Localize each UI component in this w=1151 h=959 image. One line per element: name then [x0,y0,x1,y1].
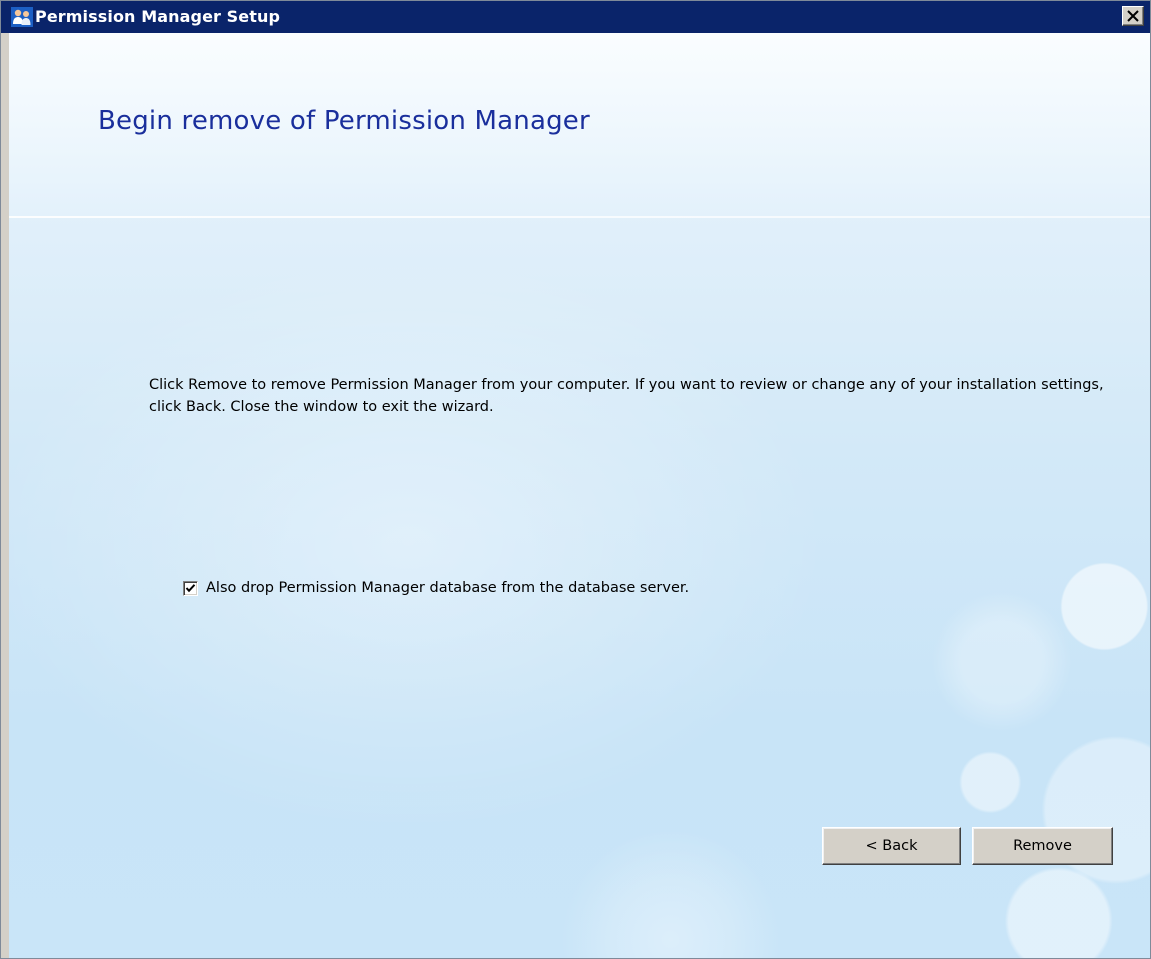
header-divider [9,216,1150,218]
close-button[interactable] [1122,6,1144,26]
setup-window: Permission Manager Setup Begin remove of… [0,0,1151,959]
drop-database-checkbox[interactable] [183,580,198,596]
drop-database-label[interactable]: Also drop Permission Manager database fr… [206,580,689,596]
remove-button[interactable]: Remove [972,827,1113,865]
checkmark-icon [185,583,196,592]
page-title: Begin remove of Permission Manager [98,106,590,136]
instructions-text: Click Remove to remove Permission Manage… [149,377,1104,415]
title-bar[interactable]: Permission Manager Setup [1,1,1150,33]
close-icon [1127,10,1139,22]
drop-database-option[interactable]: Also drop Permission Manager database fr… [183,577,689,599]
wizard-content: Begin remove of Permission Manager Click… [9,33,1150,958]
back-button[interactable]: < Back [822,827,961,865]
window-title: Permission Manager Setup [35,7,281,26]
people-icon [11,7,33,27]
